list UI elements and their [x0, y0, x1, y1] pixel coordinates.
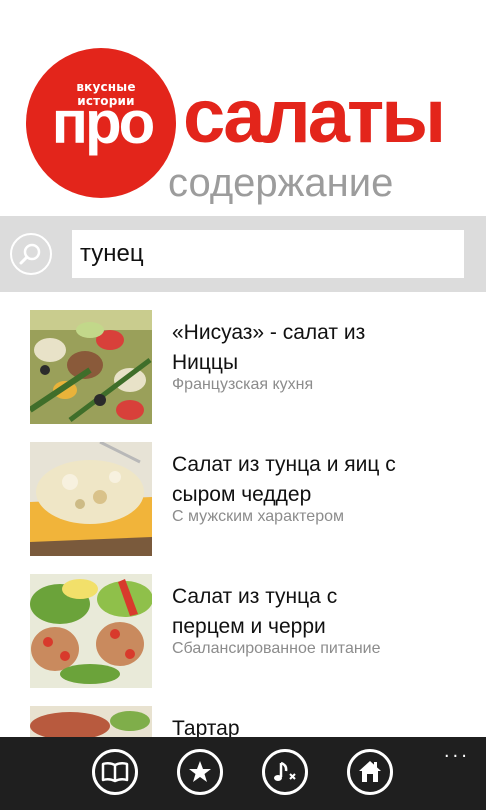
header: вкусные истории про салаты содержание [0, 0, 486, 216]
salad-thumbnail [30, 706, 152, 737]
results-list: «Нисуаз» - салат из Ниццы Французская ку… [0, 292, 486, 737]
item-subtitle: Французская кухня [172, 376, 314, 393]
star-icon [189, 761, 211, 782]
search-input[interactable] [72, 230, 464, 278]
search-button[interactable] [10, 233, 52, 275]
item-title: Тартар [172, 717, 240, 737]
home-icon [359, 761, 381, 782]
search-icon [19, 243, 41, 265]
more-options[interactable]: ... [444, 741, 470, 762]
brand-title: салаты [183, 74, 446, 159]
book-icon [101, 761, 129, 783]
page-subtitle: содержание [168, 161, 394, 205]
logo-main-text: про [51, 89, 156, 156]
item-subtitle: Сбалансированное питание [172, 640, 381, 657]
salad-thumbnail [30, 574, 152, 688]
app-bar: ... [0, 737, 486, 810]
list-item[interactable]: Салат из тунца с перцем и черри Сбаланси… [0, 556, 486, 688]
salad-thumbnail [30, 442, 152, 556]
favorites-button[interactable] [177, 749, 223, 795]
item-title: Салат из тунца и яиц с сыром чеддер [172, 453, 396, 506]
item-subtitle: С мужским характером [172, 508, 344, 525]
list-item[interactable]: «Нисуаз» - салат из Ниццы Французская ку… [0, 292, 486, 424]
list-item[interactable]: Салат из тунца и яиц с сыром чеддер С му… [0, 424, 486, 556]
music-note-icon [274, 761, 296, 781]
home-button[interactable] [347, 749, 393, 795]
item-title: Салат из тунца с перцем и черри [172, 585, 338, 638]
list-item[interactable]: Тартар [0, 688, 486, 737]
music-button[interactable] [262, 749, 308, 795]
search-bar [0, 216, 486, 292]
salad-thumbnail [30, 310, 152, 424]
contents-button[interactable] [92, 749, 138, 795]
item-title: «Нисуаз» - салат из Ниццы [172, 321, 366, 374]
